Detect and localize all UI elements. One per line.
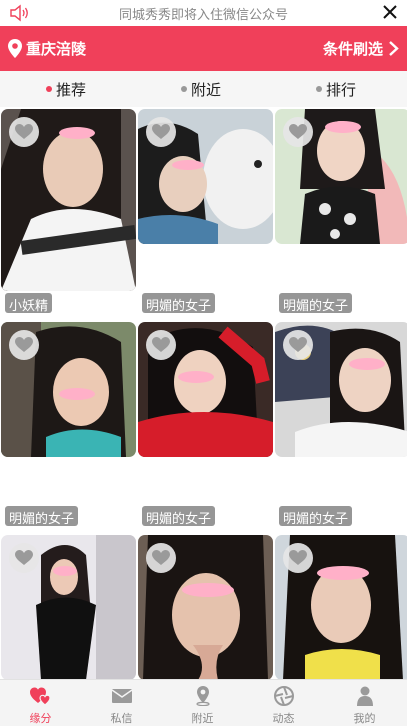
tab-label: 排行 (326, 81, 357, 99)
profile-photo[interactable] (138, 322, 273, 457)
profile-photo[interactable] (1, 109, 136, 291)
bottom-nav: 缘分 私信 附近 动态 我的 (0, 679, 407, 726)
heart-icon (15, 550, 33, 565)
nav-label: 私信 (110, 712, 133, 725)
profile-name: 明媚的女子 (279, 506, 353, 527)
profile-name: 明媚的女子 (142, 293, 216, 314)
chevron-right-icon[interactable] (388, 41, 399, 56)
tab-label: 推荐 (56, 81, 87, 99)
profile-photo[interactable] (275, 109, 407, 244)
heart-icon (289, 550, 307, 565)
close-icon[interactable] (381, 3, 399, 21)
tab-nearby[interactable]: 附近 (181, 79, 221, 100)
like-button[interactable] (146, 543, 176, 573)
profile-grid: 小妖精 明媚的女子 明媚的女子 明媚的女子 明媚的女子 明媚的女子 (0, 107, 407, 679)
profile-photo[interactable] (138, 109, 273, 244)
tab-bar: 推荐 附近 排行 (0, 71, 407, 107)
heart-icon (152, 337, 170, 352)
heart-icon (15, 337, 33, 352)
tab-ranking[interactable]: 排行 (316, 79, 356, 100)
like-button[interactable] (146, 330, 176, 360)
like-button[interactable] (283, 543, 313, 573)
filter-button[interactable]: 条件刷选 (323, 38, 383, 59)
like-button[interactable] (283, 117, 313, 147)
profile-card[interactable]: 明媚的女子 (275, 322, 407, 528)
like-button[interactable] (9, 543, 39, 573)
notice-bar: 同城秀秀即将入住微信公众号 (0, 0, 407, 26)
profile-photo[interactable] (275, 322, 407, 457)
profile-photo[interactable] (138, 535, 273, 679)
profile-name: 明媚的女子 (5, 506, 79, 527)
profile-card[interactable] (1, 535, 136, 679)
profile-name: 明媚的女子 (279, 293, 353, 314)
heart-icon (289, 124, 307, 139)
location-pin-icon (196, 686, 210, 706)
heart-icon (152, 124, 170, 139)
profile-photo[interactable] (1, 322, 136, 457)
profile-photo[interactable] (275, 535, 407, 679)
tab-dot (316, 85, 322, 92)
tab-dot (46, 85, 52, 92)
heart-icon (15, 124, 33, 139)
envelope-icon (111, 689, 133, 703)
location-label[interactable]: 重庆涪陵 (26, 38, 86, 59)
nav-label: 缘分 (29, 712, 52, 725)
profile-card[interactable] (275, 535, 407, 679)
heart-icon (152, 550, 170, 565)
notice-text: 同城秀秀即将入住微信公众号 (118, 8, 288, 23)
nav-fate[interactable]: 缘分 (0, 680, 81, 726)
profile-card[interactable]: 小妖精 (1, 109, 136, 315)
aperture-icon (274, 686, 294, 706)
profile-name: 明媚的女子 (142, 506, 216, 527)
nav-moments[interactable]: 动态 (243, 680, 324, 726)
nav-label: 附近 (191, 712, 214, 725)
person-icon (357, 686, 373, 706)
top-header: 重庆涪陵 条件刷选 (0, 26, 407, 71)
like-button[interactable] (283, 330, 313, 360)
nav-label: 动态 (272, 712, 295, 725)
nav-label: 我的 (353, 712, 376, 725)
profile-card[interactable]: 明媚的女子 (1, 322, 136, 528)
profile-card[interactable]: 明媚的女子 (138, 109, 273, 315)
nav-nearby[interactable]: 附近 (162, 680, 243, 726)
profile-card[interactable]: 明媚的女子 (138, 322, 273, 528)
location-pin-icon (8, 39, 22, 58)
nav-messages[interactable]: 私信 (81, 680, 162, 726)
like-button[interactable] (146, 117, 176, 147)
heart-icon (289, 337, 307, 352)
nav-me[interactable]: 我的 (324, 680, 405, 726)
tab-recommend[interactable]: 推荐 (46, 79, 86, 100)
profile-card[interactable] (138, 535, 273, 679)
profile-card[interactable]: 明媚的女子 (275, 109, 407, 315)
hearts-icon (30, 687, 51, 706)
like-button[interactable] (9, 117, 39, 147)
profile-name: 小妖精 (5, 293, 53, 314)
tab-label: 附近 (191, 81, 222, 99)
tab-dot (181, 85, 187, 92)
like-button[interactable] (9, 330, 39, 360)
profile-photo[interactable] (1, 535, 136, 679)
